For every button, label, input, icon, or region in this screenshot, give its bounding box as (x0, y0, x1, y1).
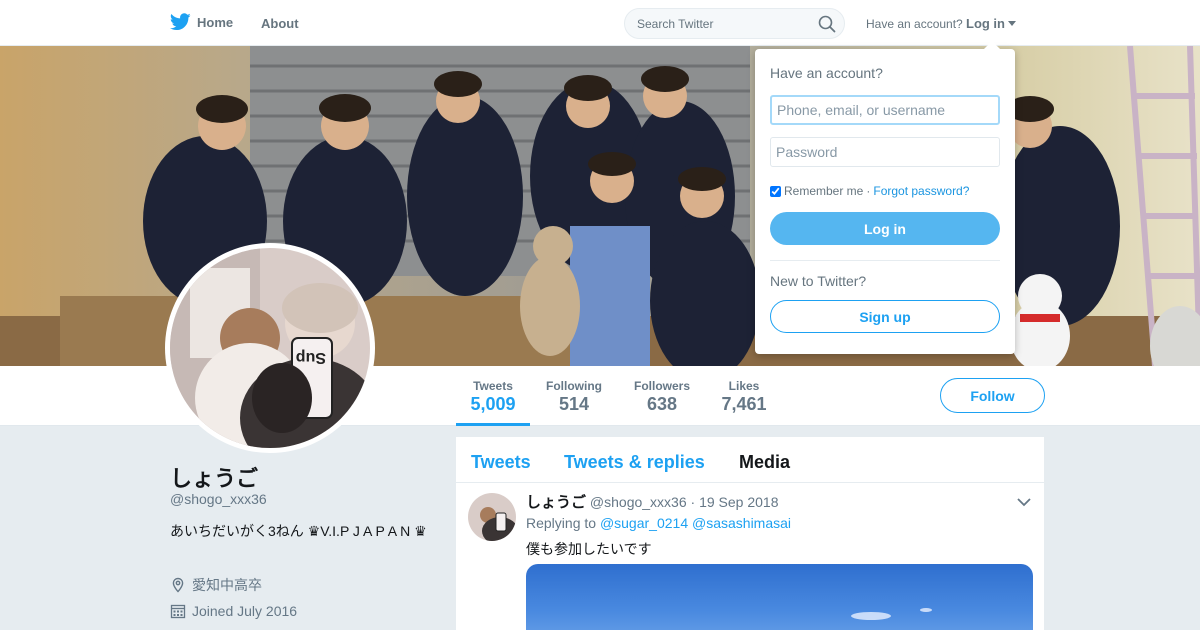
login-dropdown-title: Have an account? (770, 65, 883, 81)
remember-row: Remember me · Forgot password? (770, 184, 969, 198)
stat-followers-value: 638 (646, 394, 678, 414)
stat-likes[interactable]: Likes 7,461 (716, 366, 772, 426)
stat-following-label: Following (546, 379, 602, 393)
stat-tweets-value: 5,009 (470, 394, 516, 414)
tweet-author-handle[interactable]: @shogo_xxx36 (590, 494, 687, 510)
stat-likes-label: Likes (728, 379, 760, 393)
stat-tweets[interactable]: Tweets 5,009 (456, 366, 530, 426)
replying-to-label: Replying to (526, 515, 597, 531)
login-dropdown-toggle[interactable]: Log in (966, 16, 1016, 31)
tweet-item[interactable]: しょうご @shogo_xxx36 · 19 Sep 2018 Replying… (456, 483, 1044, 630)
chevron-down-icon (1017, 498, 1031, 507)
password-field[interactable] (770, 137, 1000, 167)
mention-link[interactable]: @sasashimasai (692, 515, 791, 531)
svg-text:Sup: Sup (296, 349, 326, 366)
top-navigation-bar: Home About Have an account? Log in (0, 0, 1200, 46)
tab-tweets-and-replies[interactable]: Tweets & replies (564, 452, 705, 473)
profile-avatar[interactable]: Sup (165, 243, 375, 453)
profile-join-date: Joined July 2016 (170, 603, 297, 619)
remember-separator: · (866, 184, 871, 198)
timeline: Tweets Tweets & replies Media しょうご @shog… (456, 437, 1044, 630)
caret-down-icon (1008, 21, 1016, 26)
nav-home-label: Home (197, 14, 234, 30)
stat-following[interactable]: Following 514 (540, 366, 608, 426)
nav-home-link[interactable]: Home (170, 13, 233, 31)
calendar-icon (170, 604, 186, 619)
login-button[interactable]: Log in (770, 212, 1000, 245)
tweet-media-image[interactable] (526, 564, 1033, 630)
tweet-replying-to: Replying to @sugar_0214 @sasashimasai (526, 515, 791, 531)
tweet-header: しょうご @shogo_xxx36 · 19 Sep 2018 (526, 491, 778, 512)
profile-location-text: 愛知中高卒 (192, 577, 262, 593)
stat-tweets-label: Tweets (473, 379, 513, 393)
avatar-photo: Sup (170, 248, 370, 448)
search-input[interactable] (637, 9, 812, 38)
map-pin-icon (172, 577, 184, 593)
timeline-tabs: Tweets Tweets & replies Media (456, 437, 1044, 483)
search-box (624, 8, 845, 39)
tweet-author-name[interactable]: しょうご (526, 494, 586, 511)
tweet-text: 僕も参加したいです (526, 541, 652, 557)
stat-followers[interactable]: Followers 638 (628, 366, 696, 426)
remember-me-checkbox[interactable] (770, 185, 781, 197)
stat-followers-label: Followers (633, 379, 690, 393)
profile-handle: @shogo_xxx36 (170, 491, 267, 507)
follow-button[interactable]: Follow (940, 378, 1045, 413)
forgot-password-link[interactable]: Forgot password? (873, 184, 969, 198)
profile-join-text: Joined July 2016 (192, 603, 298, 619)
stat-following-value: 514 (558, 394, 590, 414)
twitter-bird-icon (170, 13, 191, 31)
dropdown-divider (770, 260, 1000, 261)
tweet-separator: · (690, 494, 696, 510)
login-toggle-label: Log in (966, 16, 1005, 31)
profile-name: しょうご (170, 466, 259, 491)
tweet-date[interactable]: 19 Sep 2018 (699, 494, 778, 510)
stat-likes-value: 7,461 (721, 394, 767, 414)
signup-button[interactable]: Sign up (770, 300, 1000, 333)
mention-link[interactable]: @sugar_0214 (600, 515, 688, 531)
username-field[interactable] (770, 95, 1000, 125)
tab-media[interactable]: Media (739, 452, 790, 473)
have-account-text: Have an account? (866, 17, 963, 31)
search-button[interactable] (818, 15, 836, 33)
remember-me-label[interactable]: Remember me (784, 184, 863, 198)
new-to-twitter-text: New to Twitter? (770, 273, 867, 289)
login-dropdown: Have an account? Remember me · Forgot pa… (755, 41, 1015, 354)
tweet-avatar[interactable] (468, 493, 516, 541)
nav-about-link[interactable]: About (261, 16, 299, 31)
magnifier-icon (818, 15, 836, 33)
tab-tweets[interactable]: Tweets (471, 452, 531, 473)
profile-bio: あいちだいがく3ねん ♛V.I.P J A P A N ♛ (170, 523, 427, 539)
profile-location: 愛知中高卒 (170, 575, 262, 595)
tweet-options-button[interactable] (1016, 494, 1032, 510)
